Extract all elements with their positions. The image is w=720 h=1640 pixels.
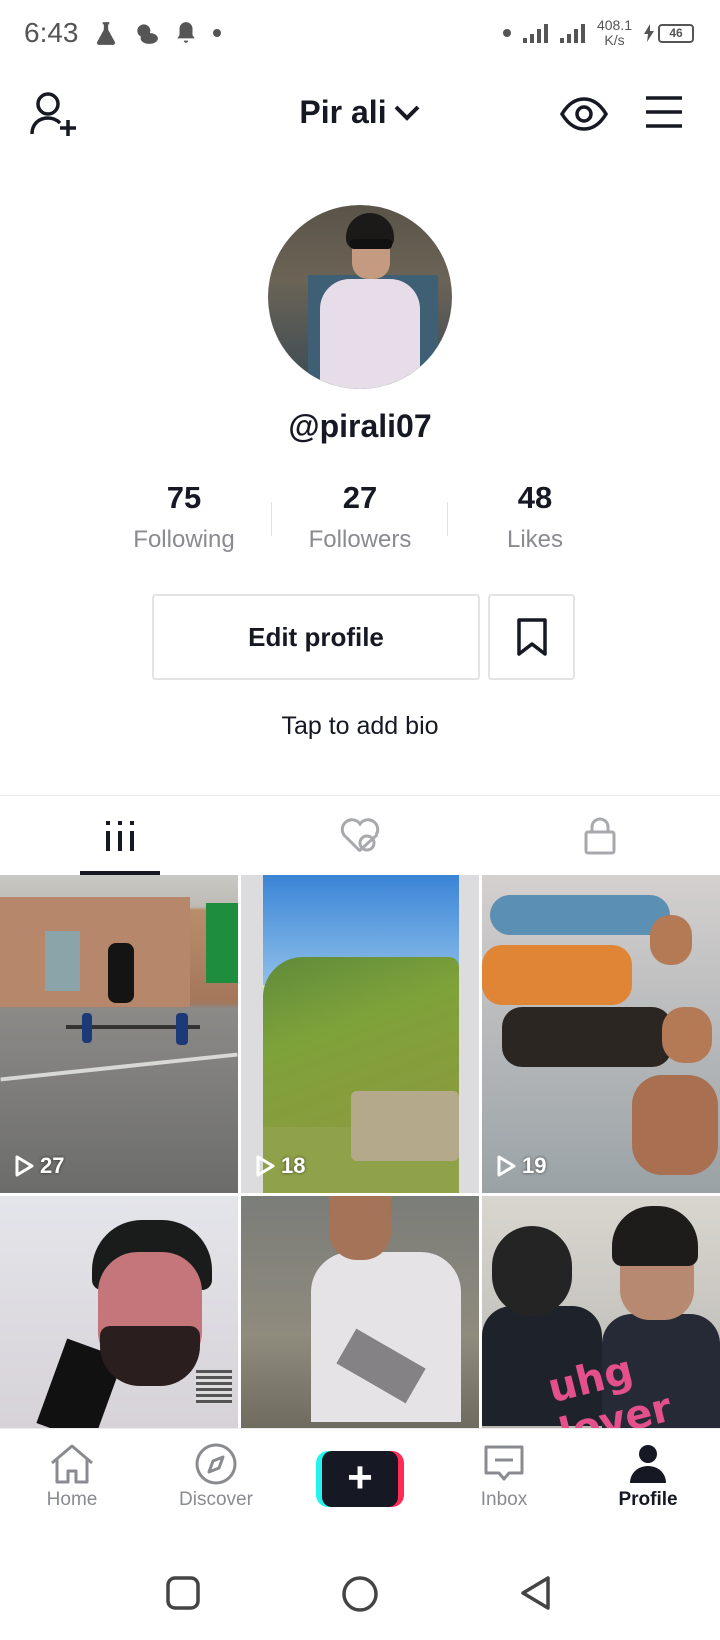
play-icon: [256, 1155, 275, 1177]
plus-icon: +: [322, 1451, 398, 1507]
tab-private[interactable]: [480, 796, 720, 876]
edit-profile-button[interactable]: Edit profile: [152, 594, 480, 680]
content-tabs: [0, 795, 720, 875]
profile-stats: 75 Following 27 Followers 48 Likes: [0, 480, 720, 560]
menu-icon[interactable]: [644, 94, 684, 130]
nav-discover-label: Discover: [179, 1489, 253, 1510]
create-button[interactable]: +: [316, 1451, 404, 1507]
chevron-down-icon: [394, 105, 419, 121]
home-circle-icon[interactable]: [340, 1574, 380, 1614]
status-dot-right: [502, 29, 511, 37]
charging-icon: [644, 24, 654, 42]
play-icon: [497, 1155, 516, 1177]
view-count: 19: [496, 1153, 546, 1179]
network-speed: 408.1 K/s: [597, 18, 632, 48]
recents-icon[interactable]: [164, 1574, 202, 1612]
nav-discover[interactable]: Discover: [156, 1443, 276, 1511]
bottom-navigation: Home Discover + Inbox Profile: [0, 1428, 720, 1528]
avatar[interactable]: [268, 205, 452, 389]
add-bio-link[interactable]: Tap to add bio: [0, 712, 720, 741]
liked-hidden-icon: [340, 818, 380, 853]
nav-profile[interactable]: Profile: [588, 1443, 708, 1511]
stat-followers[interactable]: 27 Followers: [270, 480, 450, 554]
battery: 46: [644, 23, 694, 43]
inbox-icon: [484, 1445, 524, 1481]
compass-icon: [195, 1443, 237, 1485]
likes-label: Likes: [506, 526, 564, 553]
account-name: Pir ali: [299, 94, 387, 130]
favorites-button[interactable]: [488, 594, 575, 680]
nav-inbox-label: Inbox: [480, 1489, 528, 1510]
play-icon: [15, 1155, 34, 1177]
video-thumbnail[interactable]: [241, 1196, 479, 1428]
home-icon: [51, 1444, 93, 1484]
profile-icon: [630, 1445, 666, 1483]
video-thumbnail[interactable]: [0, 1196, 238, 1428]
nav-home[interactable]: Home: [12, 1443, 132, 1511]
eye-icon[interactable]: [560, 94, 608, 134]
back-icon[interactable]: [518, 1574, 554, 1612]
following-label: Following: [133, 526, 235, 553]
status-right: 408.1 K/s 46: [502, 18, 694, 48]
view-count: 18: [255, 1153, 305, 1179]
followers-label: Followers: [308, 526, 412, 553]
video-thumbnail[interactable]: 27: [0, 875, 238, 1193]
battery-level: 46: [658, 23, 694, 43]
status-dot: [212, 29, 221, 37]
status-time: 6:43: [24, 17, 79, 48]
nav-profile-label: Profile: [618, 1489, 678, 1510]
signal-2-icon: [559, 23, 585, 43]
flask-icon: [96, 22, 115, 45]
weather-icon: [136, 24, 158, 44]
lock-icon: [584, 817, 616, 855]
stat-following[interactable]: 75 Following: [94, 480, 274, 554]
status-bar: 6:43 408.1 K/s 46: [0, 0, 720, 66]
followers-count: 27: [342, 480, 378, 515]
video-thumbnail[interactable]: 18: [241, 875, 479, 1193]
account-switcher[interactable]: Pir ali: [0, 94, 720, 131]
tab-videos[interactable]: [0, 796, 240, 876]
bookmark-icon: [516, 618, 547, 656]
nav-home-label: Home: [46, 1489, 98, 1510]
video-thumbnail[interactable]: 19: [482, 875, 720, 1193]
status-left: 6:43: [24, 17, 221, 49]
signal-1-icon: [522, 23, 548, 43]
username: @pirali07: [288, 408, 432, 444]
video-thumbnail[interactable]: uhg lover: [482, 1196, 720, 1428]
grid-icon: [106, 821, 134, 851]
nav-inbox[interactable]: Inbox: [444, 1443, 564, 1511]
following-count: 75: [166, 480, 202, 515]
view-count: 27: [14, 1153, 64, 1179]
network-speed-value: 408.1: [596, 17, 632, 33]
tab-liked[interactable]: [240, 796, 480, 876]
profile-header: Pir ali: [0, 80, 720, 150]
likes-count: 48: [517, 480, 553, 515]
stat-likes[interactable]: 48 Likes: [445, 480, 625, 554]
network-speed-unit: K/s: [604, 32, 625, 48]
notification-bell-icon: [176, 22, 195, 43]
system-navigation: [0, 1548, 720, 1640]
